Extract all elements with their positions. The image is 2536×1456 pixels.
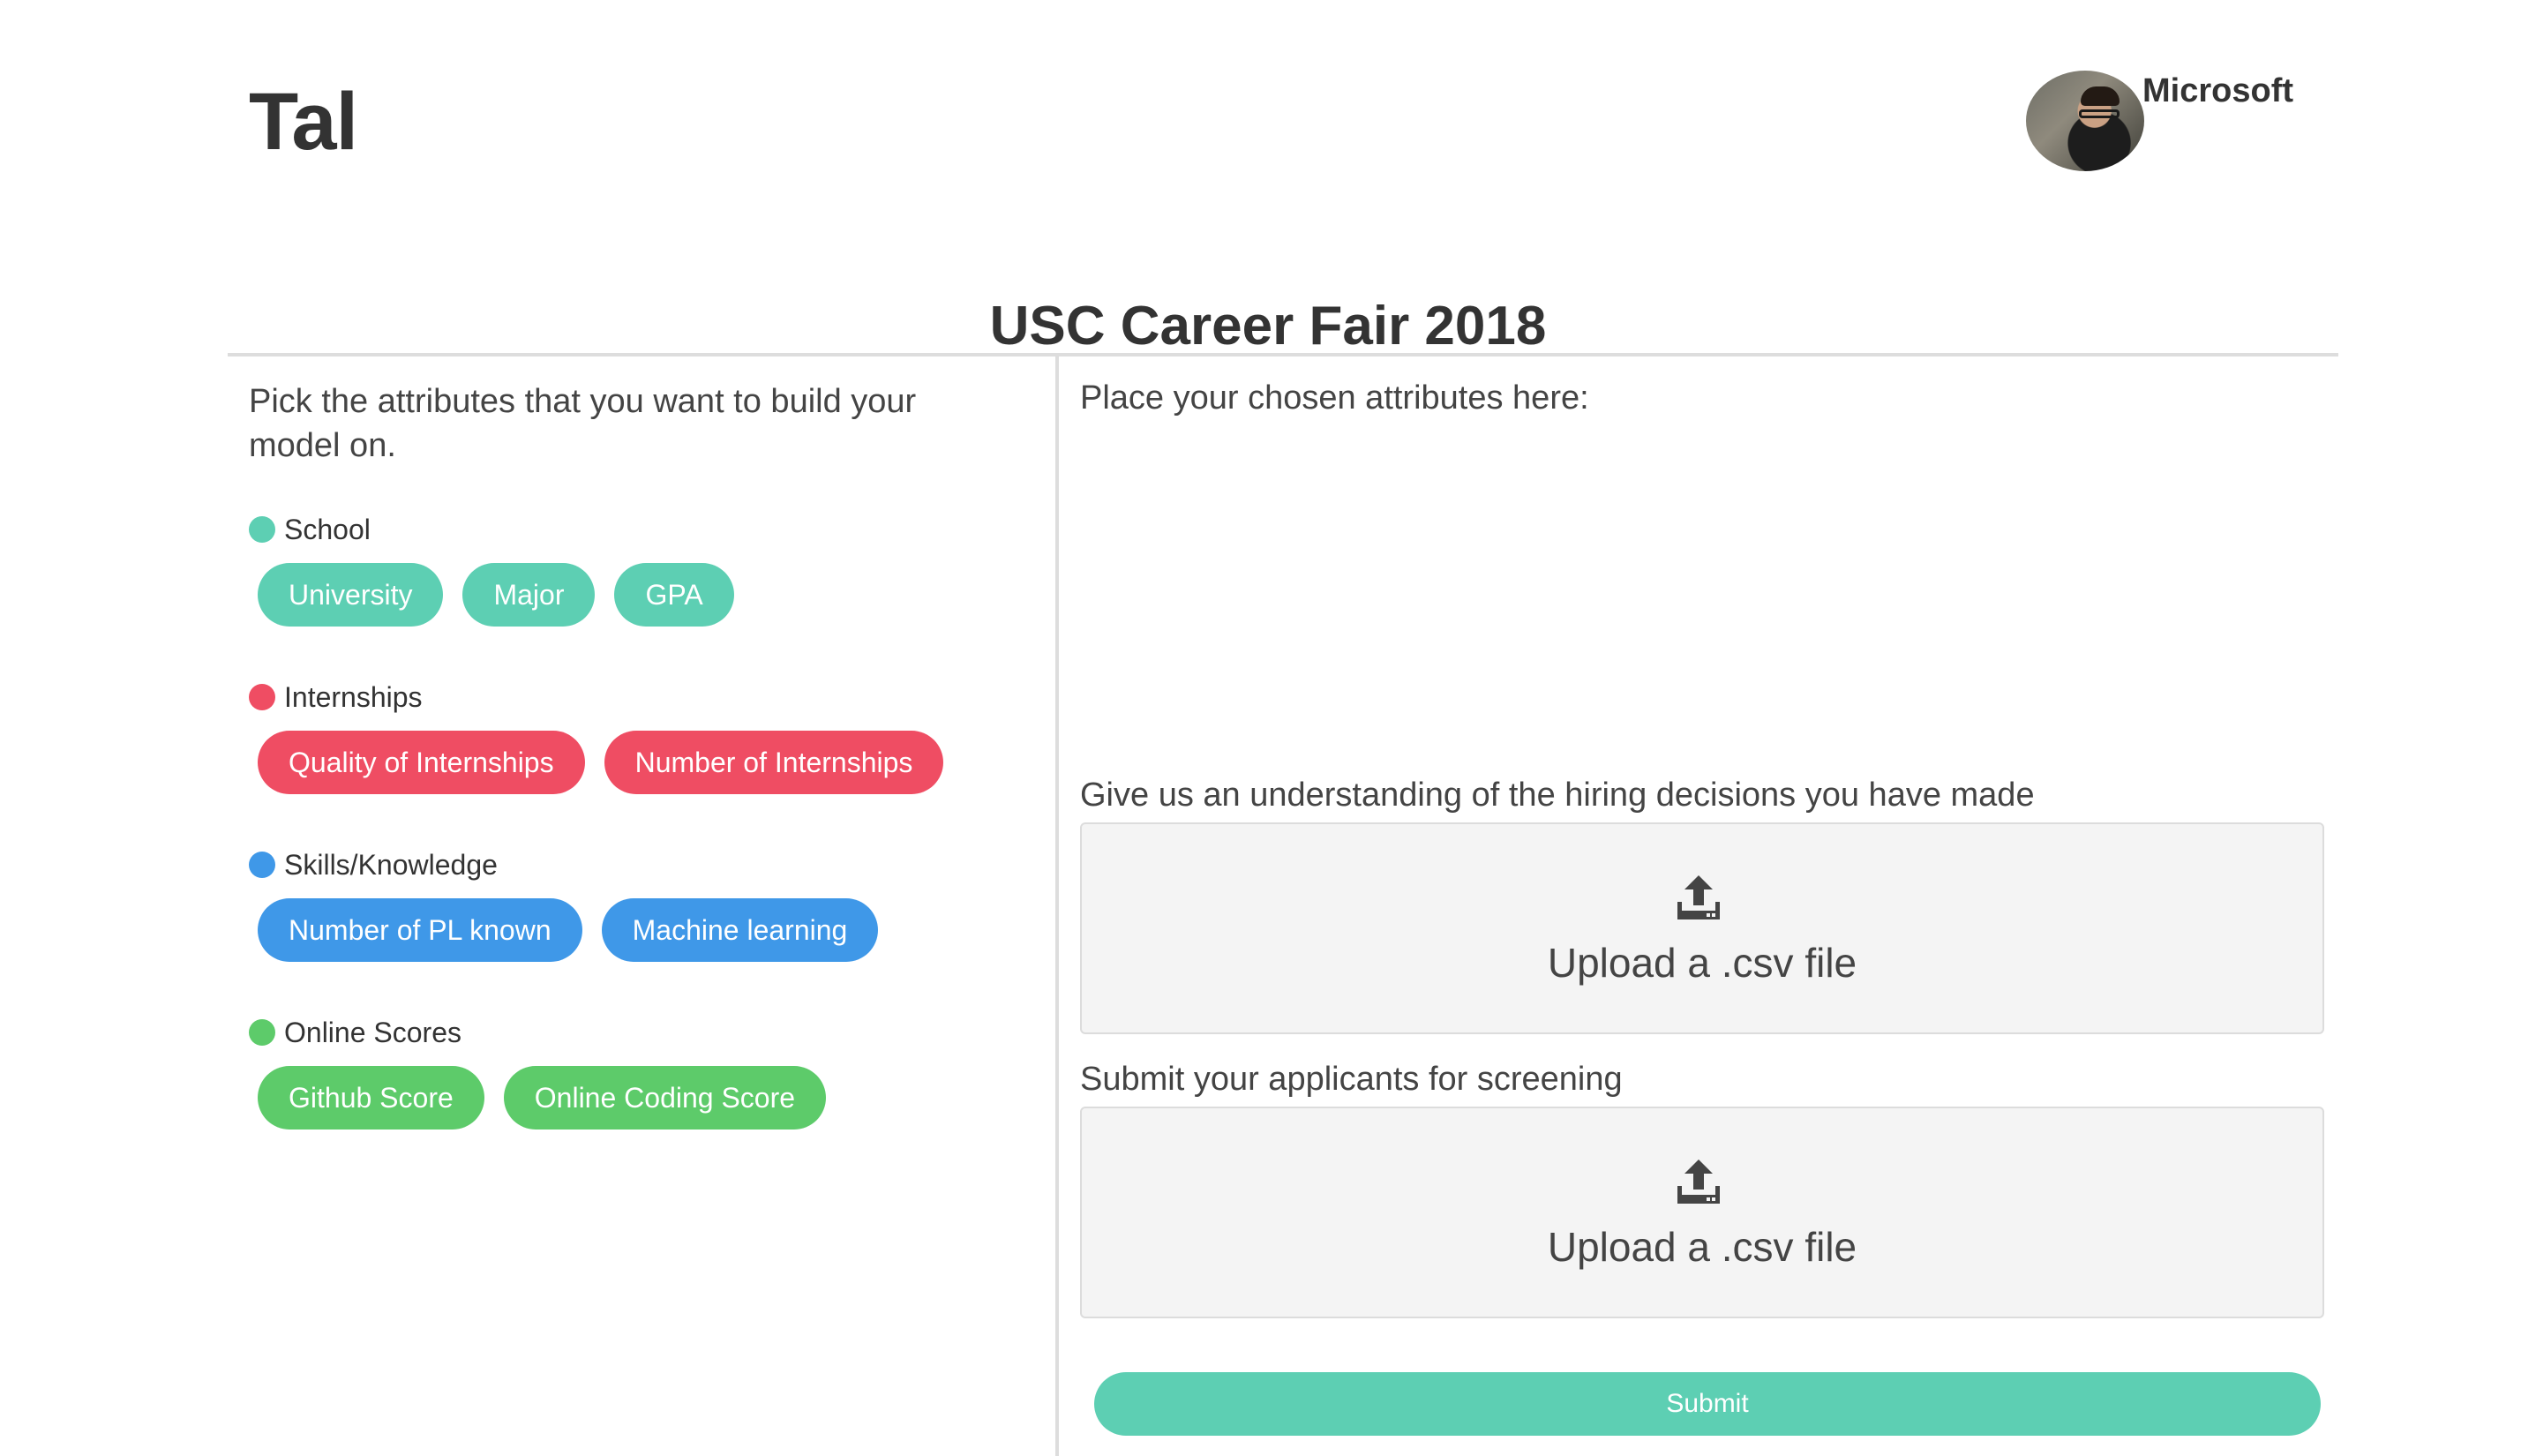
attribute-pill-number-of-pl-known[interactable]: Number of PL known bbox=[258, 898, 582, 962]
attribute-pill-number-of-internships[interactable]: Number of Internships bbox=[604, 731, 944, 794]
screening-upload[interactable]: Upload a .csv file bbox=[1080, 1107, 2324, 1318]
attribute-pill-university[interactable]: University bbox=[258, 563, 444, 627]
attribute-drop-zone-label: Place your chosen attributes here: bbox=[1080, 379, 1589, 417]
upload-label: Upload a .csv file bbox=[1547, 940, 1857, 986]
column-divider bbox=[1055, 356, 1059, 1456]
user-profile[interactable]: Microsoft bbox=[2026, 69, 2308, 175]
user-name: Microsoft bbox=[2142, 72, 2293, 109]
hiring-decisions-label: Give us an understanding of the hiring d… bbox=[1080, 777, 2035, 814]
attribute-pill-online-coding-score[interactable]: Online Coding Score bbox=[503, 1066, 827, 1130]
upload-label: Upload a .csv file bbox=[1547, 1224, 1857, 1270]
attribute-pill-github-score[interactable]: Github Score bbox=[258, 1066, 484, 1130]
upload-icon bbox=[1677, 1160, 1720, 1204]
screening-label: Submit your applicants for screening bbox=[1080, 1061, 1623, 1098]
submit-button[interactable]: Submit bbox=[1094, 1372, 2321, 1436]
hiring-decisions-upload[interactable]: Upload a .csv file bbox=[1080, 822, 2324, 1034]
group-label: Skills/Knowledge bbox=[284, 848, 498, 881]
attribute-pill-quality-of-internships[interactable]: Quality of Internships bbox=[258, 731, 585, 794]
group-color-dot bbox=[249, 852, 275, 878]
group-color-dot bbox=[249, 684, 275, 710]
attribute-group-online-scores: Online Scores Github Score Online Coding… bbox=[249, 1015, 845, 1130]
attribute-drop-zone[interactable] bbox=[1080, 432, 2324, 750]
page-title: USC Career Fair 2018 bbox=[989, 296, 1547, 356]
brand-logo: Tal bbox=[249, 77, 358, 167]
group-color-dot bbox=[249, 516, 275, 543]
group-label: School bbox=[284, 513, 371, 545]
upload-icon bbox=[1677, 875, 1720, 919]
attribute-pill-gpa[interactable]: GPA bbox=[614, 563, 734, 627]
group-color-dot bbox=[249, 1019, 275, 1046]
attribute-group-school: School University Major GPA bbox=[249, 512, 754, 627]
header-divider bbox=[228, 353, 2338, 356]
attribute-picker: Pick the attributes that you want to bui… bbox=[249, 379, 1025, 1130]
attribute-group-skills: Skills/Knowledge Number of PL known Mach… bbox=[249, 847, 897, 962]
attribute-pill-machine-learning[interactable]: Machine learning bbox=[601, 898, 879, 962]
picker-instructions: Pick the attributes that you want to bui… bbox=[249, 383, 917, 464]
attribute-group-internships: Internships Quality of Internships Numbe… bbox=[249, 679, 963, 794]
attribute-pill-major[interactable]: Major bbox=[462, 563, 596, 627]
group-label: Internships bbox=[284, 680, 423, 713]
group-label: Online Scores bbox=[284, 1016, 461, 1048]
avatar[interactable] bbox=[2026, 71, 2144, 171]
